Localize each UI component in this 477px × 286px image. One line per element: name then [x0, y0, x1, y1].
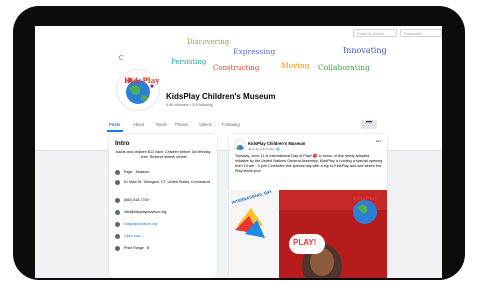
page-title: KidsPlay Children's Museum — [166, 92, 276, 101]
post-author-name[interactable]: KidsPlay Children's Museum — [248, 141, 305, 146]
cover-word-moving: Moving — [281, 61, 310, 70]
device-frame: Email or phone Password Discovering Expr… — [13, 6, 465, 280]
link-icon — [115, 222, 120, 227]
image-logo-text: KidsPlay — [353, 196, 378, 202]
email-icon — [115, 210, 120, 215]
tab-posts[interactable]: Posts — [109, 120, 120, 130]
clock-icon — [115, 234, 120, 239]
tab-following[interactable]: Following — [222, 120, 240, 130]
active-tab-indicator — [107, 130, 123, 132]
top-bar: Email or phone Password — [35, 26, 442, 40]
cover-word-innovating: Innovating — [343, 46, 387, 55]
info-icon — [115, 170, 120, 175]
logo-text: KidsPlay — [124, 76, 160, 85]
cover-word-collaborating: Collaborating — [318, 63, 370, 72]
image-play-label: PLAY! — [293, 238, 317, 247]
post-card: KidsPlay Children's Museum June 11 at 8:… — [229, 134, 387, 278]
post-timestamp[interactable]: June 11 at 8:14 AM · 🌐 — [248, 147, 280, 151]
price-icon — [115, 246, 120, 251]
phone-icon — [115, 198, 120, 203]
browser-screen: Email or phone Password Discovering Expr… — [35, 26, 442, 278]
cover-word-constructing: Constructing — [213, 64, 260, 72]
intro-card: Intro Adults and children $12 each; Chil… — [109, 134, 217, 278]
cover-word-discovering: Discovering — [187, 38, 230, 46]
follower-count[interactable]: 5.8K followers • 219 following — [166, 103, 213, 107]
intro-row-address: 61 Main St, Torrington, CT, United State… — [115, 180, 213, 194]
post-author-avatar[interactable] — [235, 140, 245, 150]
cover-logo-fragment: C — [119, 55, 124, 62]
tab-videos[interactable]: Videos — [199, 120, 212, 130]
page-tabs: Posts About Reels Photos Videos Followin… — [107, 120, 379, 132]
intro-description: Adults and children $12 each; Children b… — [115, 150, 211, 159]
email-input[interactable]: Email or phone — [353, 29, 397, 37]
post-more-button[interactable]: ••• — [376, 139, 381, 145]
cover-word-expressing: Expressing — [233, 47, 276, 56]
intro-title: Intro — [115, 140, 130, 147]
tab-reels[interactable]: Reels — [156, 120, 167, 130]
tab-about[interactable]: About — [133, 120, 144, 130]
post-image[interactable]: INTERNATIONAL DAY PLAY! KidsPlay — [229, 190, 387, 278]
page-logo[interactable]: KidsPlay — [117, 70, 160, 110]
password-input[interactable]: Password — [400, 29, 442, 37]
cover-word-persisting: Persisting — [171, 58, 207, 66]
tab-photos[interactable]: Photos — [175, 120, 188, 130]
post-text: Tuesday, June 11 is International Day of… — [235, 154, 383, 173]
post-photo — [229, 190, 387, 278]
location-pin-icon — [115, 180, 120, 185]
globe-logo-icon — [236, 145, 244, 150]
more-options-button[interactable]: ••• — [361, 120, 377, 129]
